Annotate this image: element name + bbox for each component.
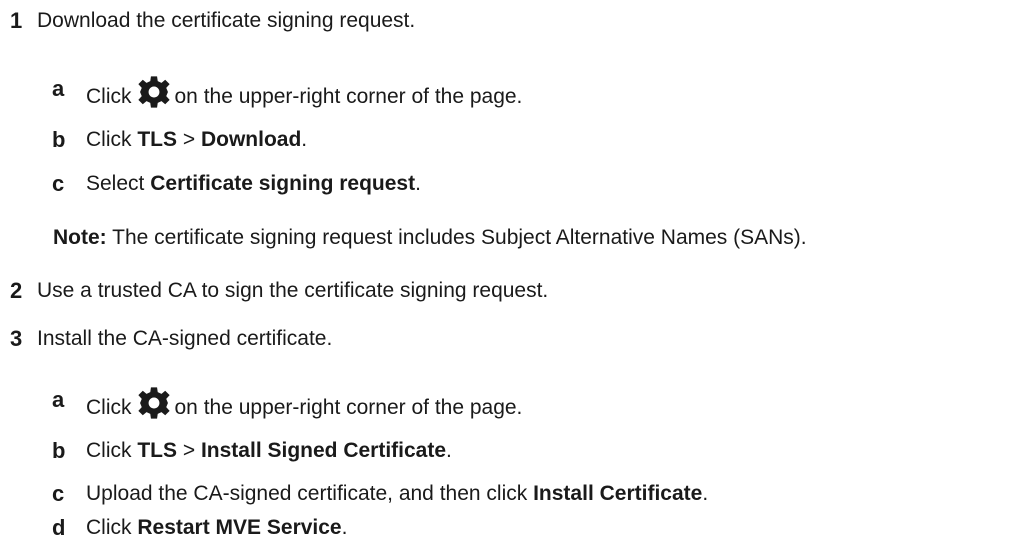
- step-number: 1: [10, 8, 23, 33]
- gear-icon: [137, 75, 171, 109]
- substep-text: Click on the upper-right corner of the pa…: [86, 75, 522, 111]
- menu-tls: TLS: [137, 128, 178, 151]
- substep-letter: b: [52, 127, 66, 152]
- menu-download: Download: [200, 128, 302, 151]
- substep-pre: Click: [86, 128, 132, 151]
- substep-text: Select Certificate signing request.: [86, 170, 421, 198]
- step-number: 2: [10, 278, 23, 303]
- gear-icon: [137, 386, 171, 420]
- substep-letter: c: [52, 481, 65, 506]
- restart-mve-service-label: Restart MVE Service: [137, 516, 342, 539]
- option-csr: Certificate signing request: [150, 172, 416, 195]
- step-text: Install the CA-signed certificate.: [37, 327, 333, 350]
- substep-text: Click TLS > Download.: [86, 126, 307, 154]
- separator: >: [182, 439, 196, 462]
- substep-text: Upload the CA-signed certificate, and th…: [86, 480, 708, 508]
- menu-install-signed-certificate: Install Signed Certificate: [200, 439, 447, 462]
- substep-letter: a: [52, 76, 65, 101]
- substep-post: .: [446, 439, 452, 462]
- install-certificate-label: Install Certificate: [533, 482, 703, 505]
- substep-letter: d: [52, 515, 66, 540]
- substep-post: on the upper-right corner of the page.: [174, 85, 523, 108]
- substep-text: Click Restart MVE Service.: [86, 514, 347, 542]
- substep-pre: Click: [86, 439, 132, 462]
- substep-pre: Upload the CA-signed certificate, and th…: [86, 482, 528, 505]
- step-text: Download the certificate signing request…: [37, 9, 416, 32]
- separator: >: [182, 128, 196, 151]
- substep-pre: Select: [86, 172, 145, 195]
- substep-text: Click on the upper-right corner of the pa…: [86, 386, 522, 422]
- step-text: Use a trusted CA to sign the certificate…: [37, 279, 549, 302]
- menu-tls: TLS: [137, 439, 178, 462]
- substep-pre: Click: [86, 396, 132, 419]
- substep-post: .: [702, 482, 709, 505]
- substep-letter: b: [52, 438, 66, 463]
- substep-letter: a: [52, 387, 65, 412]
- substep-post: .: [415, 172, 421, 195]
- substep-letter: c: [52, 171, 65, 196]
- note-body: The certificate signing request includes…: [112, 226, 807, 249]
- note-label: Note:: [53, 226, 107, 249]
- substep-post: on the upper-right corner of the page.: [174, 396, 523, 419]
- substep-post: .: [341, 516, 348, 539]
- substep-post: .: [301, 128, 308, 151]
- substep-pre: Click: [86, 85, 132, 108]
- substep-pre: Click: [86, 516, 132, 539]
- step-number: 3: [10, 326, 23, 351]
- note-text: Note: The certificate signing request in…: [53, 224, 807, 252]
- substep-text: Click TLS > Install Signed Certificate.: [86, 437, 452, 465]
